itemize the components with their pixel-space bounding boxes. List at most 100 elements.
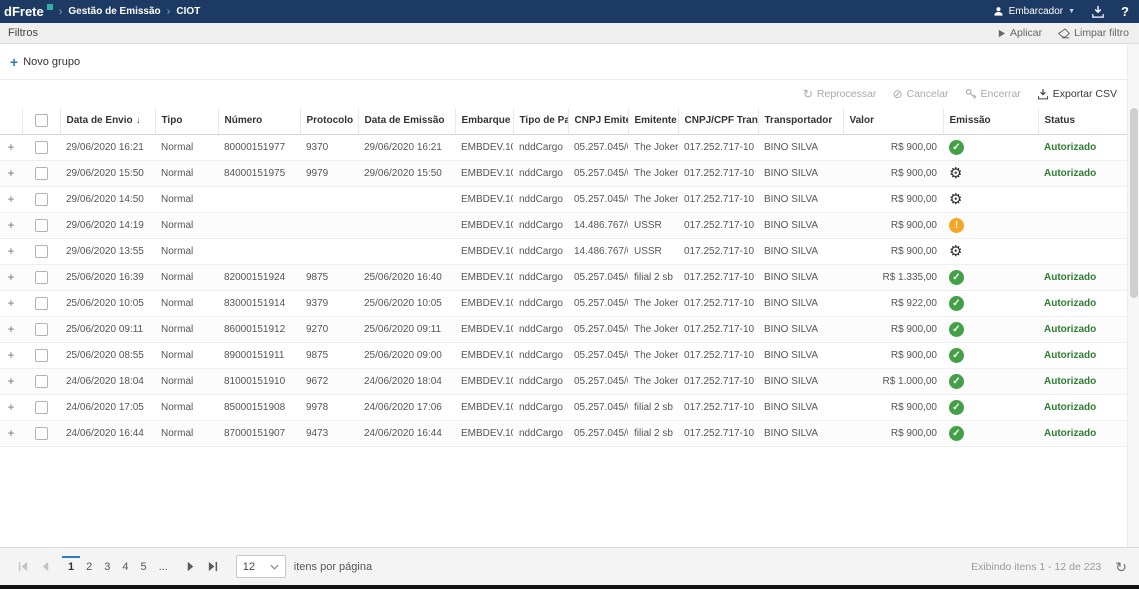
column-header-emiss-o[interactable]: Emissão [943,108,1038,134]
row-checkbox[interactable] [35,271,48,284]
cell-cnpj-emitente: 14.486.767/0... [568,212,628,238]
play-icon [997,29,1006,38]
page-button-3[interactable]: 3 [98,556,116,578]
column-header-emitente[interactable]: Emitente [628,108,678,134]
row-expander[interactable]: + [0,186,22,212]
row-expander[interactable]: + [0,212,22,238]
cell-data-envio: 24/06/2020 18:04 [60,368,155,394]
scrollbar-thumb[interactable] [1130,108,1138,298]
table-row[interactable]: +29/06/2020 15:50Normal84000151975997929… [0,160,1127,186]
column-header-data-de-envio[interactable]: Data de Envio↓ [60,108,155,134]
table-row[interactable]: +25/06/2020 10:05Normal83000151914937925… [0,290,1127,316]
table-row[interactable]: +29/06/2020 14:50NormalEMBDEV.104857nddC… [0,186,1127,212]
table-row[interactable]: +24/06/2020 18:04Normal81000151910967224… [0,368,1127,394]
vertical-scrollbar[interactable] [1127,44,1139,547]
row-expander[interactable]: + [0,264,22,290]
table-row[interactable]: +29/06/2020 13:55NormalEMBDEV.104835nddC… [0,238,1127,264]
refresh-icon[interactable]: ↻ [1115,560,1127,574]
cell-cnpj-emitente: 05.257.045/0... [568,160,628,186]
row-checkbox[interactable] [35,297,48,310]
cell-tipo: Normal [155,186,218,212]
row-checkbox[interactable] [35,193,48,206]
column-header-embarque[interactable]: Embarque [455,108,513,134]
download-button[interactable] [1091,5,1105,18]
clear-filter-button[interactable]: Limpar filtro [1058,27,1129,39]
cell-embarque: EMBDEV.104788 [455,394,513,420]
app-logo[interactable]: dFrete [4,4,53,19]
page-button-5[interactable]: 5 [135,556,153,578]
cancel-icon: ⊘ [892,88,902,100]
cell-protocolo: 9473 [300,420,358,446]
help-button[interactable]: ? [1121,4,1129,19]
cell-protocolo [300,238,358,264]
pagination-bar: 12345... 12 itens por página Exibindo it… [0,547,1139,585]
row-expander[interactable]: + [0,160,22,186]
top-bar: dFrete › Gestão de Emissão › CIOT Embarc… [0,0,1139,23]
table-row[interactable]: +29/06/2020 14:19NormalEMBDEV.104855nddC… [0,212,1127,238]
new-group-button[interactable]: + Novo grupo [10,55,80,69]
user-menu[interactable]: Embarcador ▼ [993,6,1075,17]
page-button-2[interactable]: 2 [80,556,98,578]
row-checkbox[interactable] [35,349,48,362]
cancel-button[interactable]: ⊘ Cancelar [892,88,948,100]
table-row[interactable]: +24/06/2020 16:44Normal87000151907947324… [0,420,1127,446]
page-size-select[interactable]: 12 [236,555,286,578]
column-header-n-mero[interactable]: Número [218,108,300,134]
column-header-data-de-emiss-o[interactable]: Data de Emissão [358,108,455,134]
export-csv-button[interactable]: Exportar CSV [1037,88,1117,100]
row-checkbox[interactable] [35,427,48,440]
table-row[interactable]: +25/06/2020 09:11Normal86000151912927025… [0,316,1127,342]
next-page-button[interactable] [180,555,202,579]
row-checkbox[interactable] [35,245,48,258]
column-header-valor[interactable]: Valor [843,108,943,134]
last-page-button[interactable] [202,555,224,579]
plus-icon: + [10,55,18,69]
table-row[interactable]: +25/06/2020 16:39Normal82000151924987525… [0,264,1127,290]
row-expander[interactable]: + [0,342,22,368]
cell-cnpj-cpf-transportador: 017.252.717-10 [678,160,758,186]
chevron-down-icon [270,564,279,570]
row-expander[interactable]: + [0,394,22,420]
row-checkbox[interactable] [35,219,48,232]
row-checkbox[interactable] [35,401,48,414]
row-expander[interactable]: + [0,290,22,316]
cell-tipo-pagamento: nddCargo [513,264,568,290]
row-expander[interactable]: + [0,134,22,160]
column-header-protocolo[interactable]: Protocolo [300,108,358,134]
page-button-4[interactable]: 4 [116,556,134,578]
prev-page-button[interactable] [34,555,56,579]
row-checkbox[interactable] [35,141,48,154]
table-row[interactable]: +24/06/2020 17:05Normal85000151908997824… [0,394,1127,420]
row-checkbox[interactable] [35,167,48,180]
column-header-tipo-de-paga[interactable]: Tipo de Paga... [513,108,568,134]
table-row[interactable]: +29/06/2020 16:21Normal80000151977937029… [0,134,1127,160]
column-header-cnpj-emite[interactable]: CNPJ Emite... [568,108,628,134]
close-ciot-button[interactable]: Encerrar [965,88,1021,100]
row-checkbox[interactable] [35,323,48,336]
page-button-1[interactable]: 1 [62,556,80,578]
cell-emissao: ✓ [943,264,1038,290]
close-label: Encerrar [981,88,1021,100]
cell-transportador: BINO SILVA [758,134,843,160]
breadcrumb-ciot[interactable]: CIOT [176,6,200,17]
apply-filter-button[interactable]: Aplicar [997,27,1042,39]
cell-emitente: filial 2 sb [628,264,678,290]
page-ellipsis[interactable]: ... [153,556,174,578]
row-expander[interactable]: + [0,368,22,394]
select-all-checkbox[interactable] [35,114,48,127]
row-expander[interactable]: + [0,238,22,264]
breadcrumb-gestao-emissao[interactable]: Gestão de Emissão [68,6,160,17]
breadcrumb: › Gestão de Emissão › CIOT [59,6,201,18]
column-header-tipo[interactable]: Tipo [155,108,218,134]
row-expander[interactable]: + [0,316,22,342]
reprocess-button[interactable]: ↻ Reprocessar [803,88,877,100]
cell-tipo-pagamento: nddCargo [513,186,568,212]
column-header-status[interactable]: Status [1038,108,1127,134]
row-expander[interactable]: + [0,420,22,446]
table-row[interactable]: +25/06/2020 08:55Normal89000151911987525… [0,342,1127,368]
row-checkbox-cell [22,160,60,186]
row-checkbox[interactable] [35,375,48,388]
column-header-cnpj-cpf-transp[interactable]: CNPJ/CPF Transp... [678,108,758,134]
first-page-button[interactable] [12,555,34,579]
column-header-transportador[interactable]: Transportador [758,108,843,134]
